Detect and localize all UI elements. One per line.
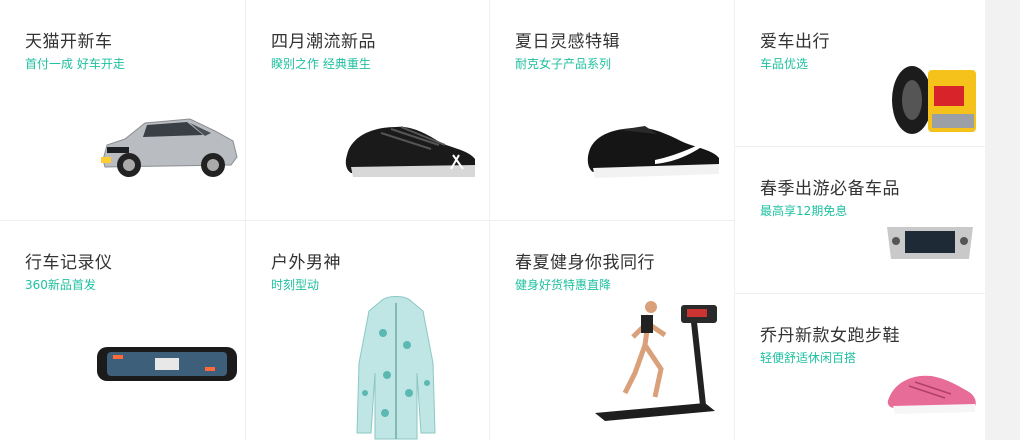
tile-subtitle: 首付一成 好车开走 <box>25 57 125 71</box>
tire-oil-image <box>892 66 976 134</box>
tile-subtitle: 轻便舒适休闲百搭 <box>760 351 857 365</box>
divider <box>0 220 734 221</box>
promo-grid: 天猫开新车 首付一成 好车开走 四月潮流新品 睽别之作 经典重生 夏日灵感特辑 … <box>0 0 985 440</box>
tile-trend-new[interactable]: 四月潮流新品 睽别之作 经典重生 <box>246 0 489 220</box>
dashcam-mirror-image <box>97 347 237 381</box>
tile-subtitle: 车品优选 <box>760 57 809 71</box>
tile-title: 户外男神 <box>271 253 341 273</box>
car-stereo-image <box>887 227 973 259</box>
tile-car-travel[interactable]: 爱车出行 车品优选 <box>735 0 985 146</box>
tile-new-car[interactable]: 天猫开新车 首付一成 好车开走 <box>0 0 245 220</box>
tile-subtitle: 睽别之作 经典重生 <box>271 57 371 71</box>
tile-title: 夏日灵感特辑 <box>515 32 620 52</box>
tile-spring-travel[interactable]: 春季出游必备车品 最高享12期免息 <box>735 147 985 293</box>
tile-summer-inspiration[interactable]: 夏日灵感特辑 耐克女子产品系列 <box>490 0 734 220</box>
nike-shoe-image <box>587 126 719 178</box>
tile-title: 春夏健身你我同行 <box>515 253 655 273</box>
divider <box>734 0 735 440</box>
tile-title: 四月潮流新品 <box>271 32 376 52</box>
tile-dashcam[interactable]: 行车记录仪 360新品首发 <box>0 221 245 440</box>
tile-fitness[interactable]: 春夏健身你我同行 健身好货特惠直降 <box>490 221 734 440</box>
jacket-image <box>356 296 436 440</box>
tile-subtitle: 360新品首发 <box>25 278 96 292</box>
running-shoe-image <box>887 375 976 414</box>
tile-jordan-running[interactable]: 乔丹新款女跑步鞋 轻便舒适休闲百搭 <box>735 294 985 440</box>
tile-subtitle: 时刻型动 <box>271 278 320 292</box>
tile-subtitle: 耐克女子产品系列 <box>515 57 612 71</box>
page-gutter <box>985 0 1020 440</box>
car-image <box>101 118 238 177</box>
tile-title: 爱车出行 <box>760 32 830 52</box>
tile-title: 天猫开新车 <box>25 32 113 52</box>
sneaker-image <box>345 126 475 177</box>
tile-subtitle: 健身好货特惠直降 <box>515 278 612 292</box>
treadmill-image <box>595 301 717 421</box>
tile-outdoor-men[interactable]: 户外男神 时刻型动 <box>246 221 489 440</box>
tile-subtitle: 最高享12期免息 <box>760 204 848 218</box>
divider <box>735 293 985 294</box>
divider <box>735 146 985 147</box>
tile-title: 行车记录仪 <box>25 253 113 273</box>
tile-title: 乔丹新款女跑步鞋 <box>760 326 900 346</box>
tile-title: 春季出游必备车品 <box>760 179 900 199</box>
